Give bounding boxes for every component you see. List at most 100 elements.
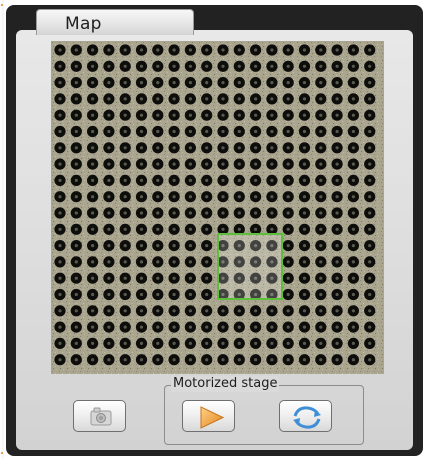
roi-selection-box[interactable] <box>217 233 283 300</box>
sample-dot-center <box>123 178 127 182</box>
sample-dot-center <box>286 358 290 362</box>
sample-dot-center <box>319 178 323 182</box>
sample-dot-center <box>107 146 111 150</box>
tab-map-label: Map <box>65 14 102 34</box>
sample-dot-center <box>139 325 144 329</box>
sample-dot-center <box>91 178 95 182</box>
sample-dot-center <box>286 162 290 166</box>
sample-dot-center <box>205 358 209 362</box>
sample-dot-center <box>188 81 192 85</box>
sample-dot-center <box>302 325 307 329</box>
sample-dot-center <box>58 64 62 68</box>
sample-dot-center <box>286 81 290 85</box>
sample-dot-center <box>107 244 111 248</box>
sample-dot-center <box>172 129 176 134</box>
sample-dot-center <box>188 146 192 150</box>
sample-dot-center <box>139 113 144 117</box>
sample-dot-center <box>172 341 176 345</box>
sample-dot-center <box>156 113 160 117</box>
sample-dot-center <box>319 244 323 248</box>
sample-dot-center <box>123 276 127 280</box>
sample-dot-center <box>205 146 209 150</box>
sample-dot-center <box>139 276 144 280</box>
sample-dot-center <box>188 227 192 231</box>
sample-dot-center <box>270 325 274 329</box>
sample-dot-center <box>172 81 176 85</box>
sample-dot-center <box>221 358 225 362</box>
sample-dot-center <box>335 178 339 182</box>
sample-dot-center <box>74 64 78 68</box>
sample-dot-center <box>91 81 95 85</box>
map-view[interactable] <box>51 41 384 374</box>
sample-dot-center <box>58 227 62 231</box>
sample-dot-center <box>172 276 176 280</box>
sample-dot-center <box>237 341 241 345</box>
sample-dot-center <box>221 113 225 117</box>
sample-dot-center <box>172 211 176 215</box>
capture-button[interactable] <box>73 400 126 432</box>
sample-dot-center <box>74 211 78 215</box>
sample-dot-center <box>74 309 78 313</box>
sample-dot-center <box>205 195 209 199</box>
sample-dot-center <box>91 341 95 345</box>
sample-dot-center <box>58 97 62 101</box>
sample-dot-center <box>188 129 192 134</box>
sample-dot-center <box>156 146 160 150</box>
sample-dot-center <box>58 244 62 248</box>
sample-dot-center <box>351 195 355 199</box>
sample-dot-center <box>351 178 355 182</box>
sample-dot-center <box>107 358 111 362</box>
sample-dot-center <box>221 325 225 329</box>
sample-dot-center <box>107 48 111 52</box>
sample-dot-center <box>172 97 176 101</box>
sample-dot-center <box>58 211 62 215</box>
sample-dot-center <box>156 227 160 231</box>
sample-dot-center <box>237 309 241 313</box>
edge-marker <box>1 452 3 454</box>
window-edge <box>0 0 4 459</box>
sample-dot-center <box>172 244 176 248</box>
sample-dot-center <box>172 146 176 150</box>
refresh-stage-button[interactable] <box>279 400 332 432</box>
sample-dot-center <box>368 97 372 101</box>
sample-dot-center <box>107 341 111 345</box>
sample-dot-center <box>58 325 62 329</box>
sample-dot-center <box>335 48 339 52</box>
sample-dot-center <box>107 129 111 134</box>
sample-dot-center <box>188 309 192 313</box>
sample-dot-center <box>368 260 372 264</box>
sample-dot-center <box>319 260 323 264</box>
sample-dot-center <box>123 358 127 362</box>
sample-dot-center <box>107 227 111 231</box>
start-stage-button[interactable] <box>182 400 235 432</box>
sample-dot-center <box>335 113 339 117</box>
sample-dot-center <box>123 129 127 134</box>
sample-dot-center <box>286 292 290 297</box>
sample-dot-center <box>351 227 355 231</box>
refresh-icon <box>293 406 321 429</box>
sample-dot-center <box>74 195 78 199</box>
tab-map[interactable]: Map <box>36 9 194 35</box>
sample-dot-center <box>237 64 241 68</box>
sample-dot-center <box>335 244 339 248</box>
sample-dot-center <box>205 309 209 313</box>
sample-dot-center <box>205 81 209 85</box>
sample-dot-center <box>302 129 307 134</box>
sample-dot-center <box>368 113 372 117</box>
sample-dot-center <box>319 146 323 150</box>
sample-dot-center <box>188 48 192 52</box>
sample-dot-center <box>335 81 339 85</box>
sample-dot-center <box>107 97 111 101</box>
motorized-stage-label: Motorized stage <box>171 376 280 392</box>
sample-dot-center <box>319 358 323 362</box>
sample-dot-center <box>302 211 307 215</box>
sample-dot-center <box>156 211 160 215</box>
sample-dot-center <box>335 64 339 68</box>
sample-dot-center <box>368 146 372 150</box>
sample-dot-center <box>351 325 355 329</box>
sample-dot-center <box>286 260 290 264</box>
sample-dot-center <box>270 178 274 182</box>
sample-dot-center <box>123 309 127 313</box>
sample-dot-center <box>188 162 192 166</box>
sample-dot-center <box>188 341 192 345</box>
